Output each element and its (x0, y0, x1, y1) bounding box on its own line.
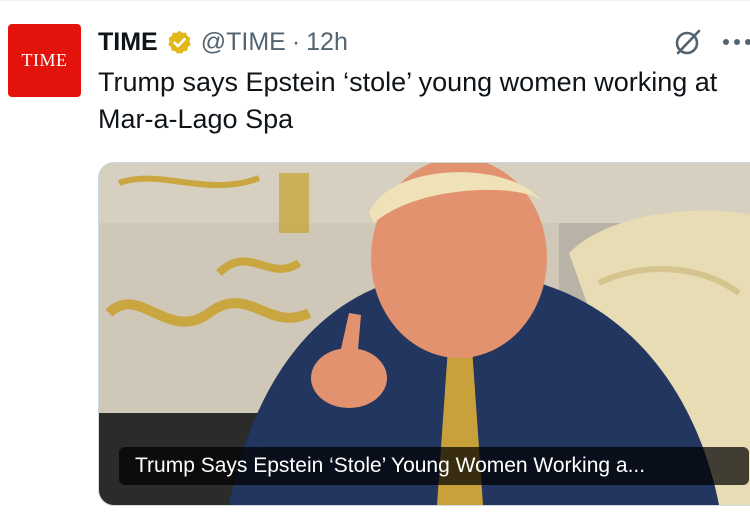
verified-badge-icon (167, 30, 191, 54)
tweet-text: Trump says Epstein ‘stole’ young women w… (98, 67, 718, 134)
separator-dot: · (291, 27, 301, 56)
avatar-logo-text: TIME (21, 50, 68, 70)
account-handle[interactable]: @TIME (201, 28, 286, 57)
tweet-header: TIME @TIME · 12h (98, 26, 348, 58)
link-card[interactable]: Trump Says Epstein ‘Stole’ Young Women W… (98, 162, 750, 506)
avatar[interactable]: TIME (8, 24, 81, 97)
timestamp[interactable]: 12h (306, 28, 348, 57)
tweet[interactable]: TIME TIME @TIME · 12h Trump says Epstein… (0, 0, 750, 520)
card-caption: Trump Says Epstein ‘Stole’ Young Women W… (119, 447, 749, 485)
account-name[interactable]: TIME (98, 28, 158, 57)
more-options-icon[interactable] (722, 38, 750, 46)
grok-icon[interactable] (672, 26, 704, 58)
